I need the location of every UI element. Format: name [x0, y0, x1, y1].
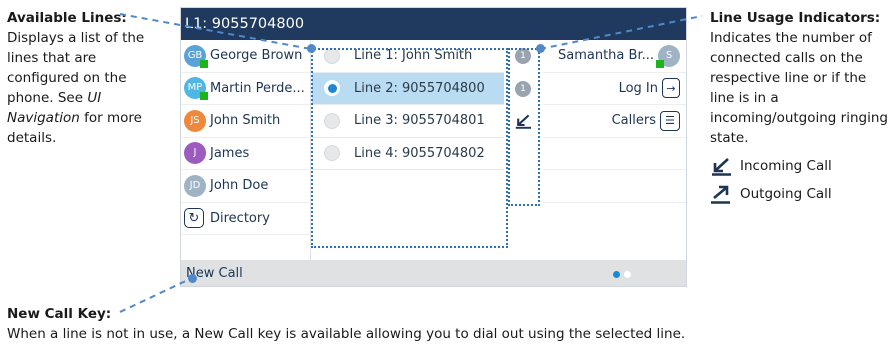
title-bar: L1: 9055704800	[181, 8, 686, 40]
user-avatar: S	[656, 44, 680, 68]
callout-pin	[188, 274, 197, 283]
legend-incoming: Incoming Call	[710, 156, 888, 176]
callers-softkey[interactable]: Callers ☰	[543, 105, 686, 138]
contact-name: John Doe	[210, 178, 269, 194]
legend-outgoing: Outgoing Call	[710, 184, 888, 204]
contact-james[interactable]: J James	[181, 138, 310, 170]
contact-john-smith[interactable]: JS John Smith	[181, 105, 310, 138]
contact-martin-perde[interactable]: MP Martin Perde...	[181, 73, 310, 105]
callout-pin	[536, 44, 545, 53]
empty-softkey	[543, 170, 686, 203]
avatar: MP	[184, 77, 208, 101]
new-call-annotation: New Call Key: When a line is not in use,…	[7, 304, 887, 344]
contact-name: George Brown	[210, 48, 303, 64]
available-lines-callout-box	[311, 48, 508, 248]
new-call-body: When a line is not in use, a New Call ke…	[7, 326, 686, 342]
directory-icon: ↻	[184, 208, 204, 229]
empty-softkey	[543, 138, 686, 170]
directory-label: Directory	[210, 210, 270, 226]
avatar: JD	[184, 174, 206, 197]
login-icon: →	[662, 78, 680, 99]
presence-icon	[200, 59, 208, 68]
avatar: J	[184, 142, 206, 165]
callers-icon: ☰	[660, 110, 680, 131]
callout-pin	[307, 44, 316, 53]
login-softkey[interactable]: Log In →	[543, 73, 686, 105]
line-usage-heading: Line Usage Indicators:	[710, 10, 881, 26]
contact-name: James	[210, 145, 250, 161]
line-usage-body: Indicates the number of connected calls …	[710, 30, 888, 146]
page-indicator-inactive	[624, 271, 631, 278]
user-name: Samantha Br...	[558, 48, 654, 64]
presence-icon	[656, 59, 664, 68]
empty-softkey	[543, 203, 686, 236]
contact-name: Martin Perde...	[210, 80, 305, 96]
available-lines-heading: Available Lines:	[7, 10, 127, 26]
new-call-heading: New Call Key:	[7, 306, 112, 322]
contact-name: John Smith	[210, 113, 281, 129]
line-usage-annotation: Line Usage Indicators: Indicates the num…	[710, 8, 888, 204]
available-lines-annotation: Available Lines: Displays a list of the …	[7, 8, 157, 148]
available-lines-body: Displays a list of the lines that are co…	[7, 30, 145, 106]
softkey-column: Samantha Br... S Log In → Callers ☰	[543, 40, 686, 260]
outgoing-call-icon	[711, 185, 730, 204]
incoming-call-icon	[712, 158, 731, 176]
bottom-bar: New Call	[181, 260, 686, 286]
login-label: Log In	[618, 80, 658, 96]
legend-incoming-label: Incoming Call	[740, 158, 832, 174]
contact-john-doe[interactable]: JD John Doe	[181, 170, 310, 203]
legend-outgoing-label: Outgoing Call	[740, 186, 832, 202]
avatar: GB	[184, 44, 208, 68]
page-indicator-active	[613, 271, 620, 278]
callers-label: Callers	[611, 113, 656, 129]
line-usage-callout-box	[508, 48, 540, 206]
user-profile[interactable]: Samantha Br... S	[543, 40, 686, 73]
contact-george-brown[interactable]: GB George Brown	[181, 40, 310, 73]
avatar: JS	[184, 109, 206, 132]
contacts-column: GB George Brown MP Martin Perde... JS Jo…	[181, 40, 311, 260]
presence-icon	[200, 92, 208, 101]
directory-button[interactable]: ↻ Directory	[181, 203, 310, 235]
